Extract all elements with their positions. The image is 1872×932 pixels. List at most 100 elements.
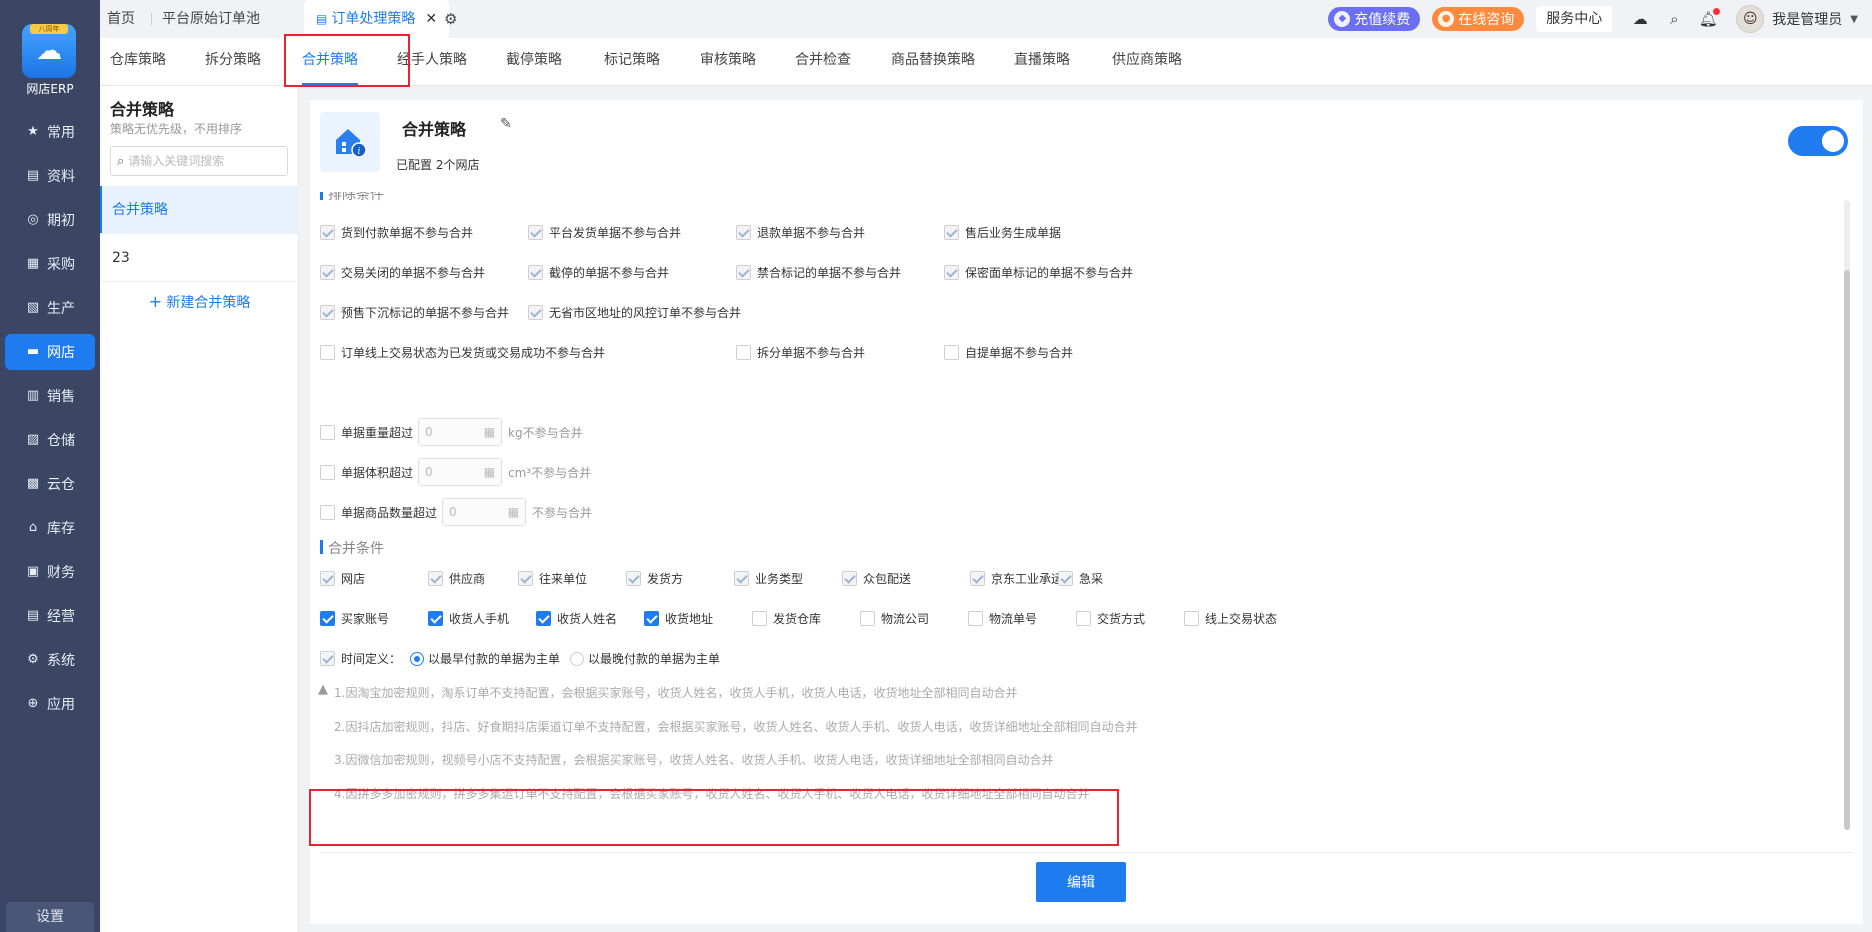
checkbox-box[interactable]	[528, 265, 543, 280]
sidebar-item-9[interactable]: ⌂ 库存	[5, 510, 95, 546]
checkbox-box[interactable]	[944, 225, 959, 240]
weight-limit-checkbox[interactable]: 单据重量超过	[320, 424, 413, 441]
exclude-checkbox-r2-3[interactable]: 保密面单标记的单据不参与合并	[944, 264, 1133, 281]
edit-pencil-icon[interactable]: ✎	[500, 116, 512, 132]
subtab-10[interactable]: 供应商策略	[1112, 38, 1182, 86]
checkbox-box[interactable]	[320, 571, 335, 586]
merge-checkbox-r2-0[interactable]: 买家账号	[320, 610, 389, 627]
volume-input[interactable]: 0 ▦	[418, 458, 502, 486]
checkbox-box[interactable]	[626, 571, 641, 586]
sidebar-item-2[interactable]: ◎ 期初	[5, 202, 95, 238]
subtab-8[interactable]: 商品替换策略	[891, 38, 975, 86]
merge-checkbox-r1-7[interactable]: 急采	[1058, 570, 1103, 587]
subtab-6[interactable]: 审核策略	[700, 38, 756, 86]
strategy-enabled-toggle[interactable]	[1788, 126, 1848, 156]
conditions-scroll-area[interactable]: 排除条件 货到付款单据不参与合并 平台发货单据不参与合并 退款单据不参与合并 售后业务…	[310, 192, 1853, 852]
online-consult-button[interactable]: ● 在线咨询	[1432, 7, 1525, 31]
merge-checkbox-r1-2[interactable]: 往来单位	[518, 570, 587, 587]
checkbox-box[interactable]	[1184, 611, 1199, 626]
tab-platform-order-pool[interactable]: 平台原始订单池	[162, 0, 260, 38]
checkbox-box[interactable]	[736, 265, 751, 280]
subtab-0[interactable]: 仓库策略	[110, 38, 166, 86]
exclude-checkbox-r2-0[interactable]: 交易关闭的单据不参与合并	[320, 264, 485, 281]
sidebar-item-12[interactable]: ⚙ 系统	[5, 642, 95, 678]
notification-bell-icon[interactable]: 🔔︎	[1698, 8, 1721, 29]
checkbox-box[interactable]	[1076, 611, 1091, 626]
merge-checkbox-r2-7[interactable]: 交货方式	[1076, 610, 1145, 627]
checkbox-box[interactable]	[968, 611, 983, 626]
exclude-checkbox-r4-2[interactable]: 自提单据不参与合并	[944, 344, 1073, 361]
sidebar-item-11[interactable]: ▤ 经营	[5, 598, 95, 634]
radio-latest-payment[interactable]: 以最晚付款的单据为主单	[570, 650, 720, 667]
sidebar-item-6[interactable]: ▥ 销售	[5, 378, 95, 414]
avatar[interactable]: ☺	[1736, 5, 1765, 33]
merge-checkbox-r2-8[interactable]: 线上交易状态	[1184, 610, 1277, 627]
checkbox-box[interactable]	[320, 611, 335, 626]
exclude-checkbox-r2-1[interactable]: 截停的单据不参与合并	[528, 264, 669, 281]
checkbox-box[interactable]	[320, 345, 335, 360]
checkbox-box[interactable]	[320, 225, 335, 240]
sidebar-item-3[interactable]: ▦ 采购	[5, 246, 95, 282]
exclude-checkbox-r4-0[interactable]: 订单线上交易状态为已发货或交易成功不参与合并	[320, 344, 605, 361]
checkbox-box[interactable]	[428, 571, 443, 586]
checkbox-box[interactable]	[736, 225, 751, 240]
settings-button[interactable]: 设置	[6, 902, 94, 932]
search-icon[interactable]: ⌕	[1664, 9, 1684, 29]
checkbox-box[interactable]	[1058, 571, 1073, 586]
sidebar-item-1[interactable]: ▤ 资料	[5, 158, 95, 194]
weight-input[interactable]: 0 ▦	[418, 418, 502, 446]
search-input[interactable]	[128, 154, 279, 168]
exclude-checkbox-r1-0[interactable]: 货到付款单据不参与合并	[320, 224, 473, 241]
subtab-5[interactable]: 标记策略	[604, 38, 660, 86]
checkbox-box[interactable]	[970, 571, 985, 586]
exclude-checkbox-r3-1[interactable]: 无省市区地址的风控订单不参与合并	[528, 304, 741, 321]
checkbox-box[interactable]	[944, 345, 959, 360]
checkbox-box[interactable]	[860, 611, 875, 626]
subtab-3[interactable]: 经手人策略	[397, 38, 467, 86]
checkbox-box[interactable]	[320, 305, 335, 320]
checkbox-box[interactable]	[518, 571, 533, 586]
merge-checkbox-r1-3[interactable]: 发货方	[626, 570, 683, 587]
scrollbar-thumb[interactable]	[1844, 270, 1850, 830]
subtab-1[interactable]: 拆分策略	[205, 38, 261, 86]
chevron-down-icon[interactable]: ▼	[1850, 14, 1858, 25]
sidebar-item-10[interactable]: ▣ 财务	[5, 554, 95, 590]
subtab-7[interactable]: 合并检查	[795, 38, 851, 86]
tab-order-strategy[interactable]: ▤ 订单处理策略 ✕	[304, 0, 450, 38]
subtab-9[interactable]: 直播策略	[1014, 38, 1070, 86]
service-center-button[interactable]: 服务中心	[1536, 6, 1613, 32]
search-box[interactable]: ⌕	[110, 146, 288, 176]
merge-checkbox-r2-3[interactable]: 收货地址	[644, 610, 713, 627]
close-tab-icon[interactable]: ✕	[425, 0, 437, 38]
cloud-download-icon[interactable]: ☁	[1630, 9, 1650, 29]
merge-checkbox-r1-1[interactable]: 供应商	[428, 570, 485, 587]
merge-checkbox-r2-6[interactable]: 物流单号	[968, 610, 1037, 627]
merge-checkbox-r2-1[interactable]: 收货人手机	[428, 610, 509, 627]
exclude-checkbox-r3-0[interactable]: 预售下沉标记的单据不参与合并	[320, 304, 509, 321]
merge-checkbox-r2-4[interactable]: 发货仓库	[752, 610, 821, 627]
checkbox-box[interactable]	[428, 611, 443, 626]
volume-limit-checkbox[interactable]: 单据体积超过	[320, 464, 413, 481]
qty-limit-checkbox[interactable]: 单据商品数量超过	[320, 504, 437, 521]
sidebar-item-0[interactable]: ★ 常用	[5, 114, 95, 150]
sidebar-item-4[interactable]: ▧ 生产	[5, 290, 95, 326]
sidebar-item-5[interactable]: ▬ 网店	[5, 334, 95, 370]
exclude-checkbox-r1-1[interactable]: 平台发货单据不参与合并	[528, 224, 681, 241]
recharge-button[interactable]: ◆ 充值续费	[1328, 7, 1421, 31]
merge-checkbox-r1-5[interactable]: 众包配送	[842, 570, 911, 587]
sidebar-item-7[interactable]: ▨ 仓储	[5, 422, 95, 458]
edit-button[interactable]: 编辑	[1036, 862, 1126, 902]
checkbox-box[interactable]	[944, 265, 959, 280]
checkbox-box[interactable]	[736, 345, 751, 360]
checkbox-box[interactable]	[528, 305, 543, 320]
merge-checkbox-r1-4[interactable]: 业务类型	[734, 570, 803, 587]
exclude-checkbox-r1-2[interactable]: 退款单据不参与合并	[736, 224, 865, 241]
radio-earliest-payment[interactable]: 以最早付款的单据为主单	[410, 650, 560, 667]
checkbox-box[interactable]	[734, 571, 749, 586]
merge-checkbox-r2-5[interactable]: 物流公司	[860, 610, 929, 627]
username[interactable]: 我是管理员	[1772, 9, 1842, 29]
subtab-2[interactable]: 合并策略	[302, 38, 358, 86]
vertical-scrollbar[interactable]	[1844, 200, 1850, 830]
exclude-checkbox-r2-2[interactable]: 禁合标记的单据不参与合并	[736, 264, 901, 281]
subtab-4[interactable]: 截停策略	[506, 38, 562, 86]
